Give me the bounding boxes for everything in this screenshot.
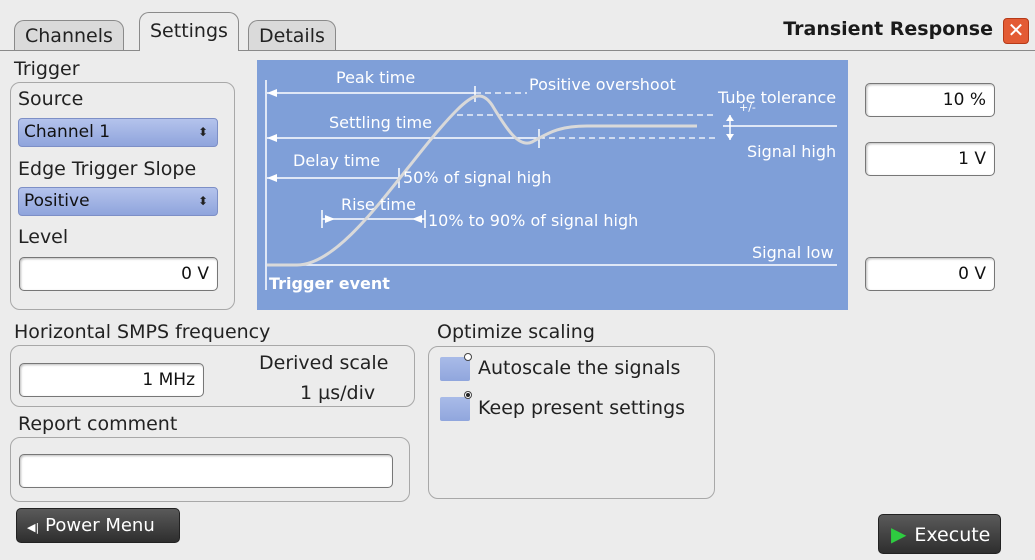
keep-settings-radio[interactable]	[440, 397, 470, 421]
signal-high-input[interactable]: 1 V	[865, 142, 995, 176]
tab-settings[interactable]: Settings	[139, 12, 239, 51]
level-input[interactable]: 0 V	[19, 257, 218, 291]
select-arrows-icon: ⬍	[197, 125, 208, 139]
fifty-percent-label: 50% of signal high	[403, 168, 552, 187]
signal-high-label: Signal high	[747, 142, 837, 161]
signal-low-label: Signal low	[752, 243, 834, 262]
frequency-input[interactable]: 1 MHz	[19, 363, 204, 397]
optimize-scaling-label: Optimize scaling	[437, 321, 595, 343]
source-label: Source	[18, 88, 84, 110]
tube-tolerance-input[interactable]: 10 %	[865, 83, 995, 117]
tube-tolerance-label: Tube tolerance	[718, 88, 837, 107]
edge-trigger-slope-label: Edge Trigger Slope	[18, 158, 197, 180]
horizontal-smps-label: Horizontal SMPS frequency	[14, 321, 271, 343]
edge-slope-value: Positive	[24, 191, 90, 211]
power-menu-button[interactable]: ◀| Power Menu	[16, 508, 180, 543]
derived-scale-value: 1 µs/div	[300, 382, 376, 404]
level-label: Level	[18, 226, 69, 248]
execute-label: Execute	[914, 524, 991, 546]
report-comment-input[interactable]	[19, 454, 393, 488]
source-select[interactable]: Channel 1 ⬍	[18, 118, 218, 147]
settling-time-label: Settling time	[329, 113, 432, 132]
keep-settings-radio-dot[interactable]	[464, 391, 472, 399]
execute-button[interactable]: ▶ Execute	[878, 514, 1001, 554]
source-value: Channel 1	[24, 122, 111, 142]
dialog-title: Transient Response	[783, 18, 993, 40]
rise-time-label: Rise time	[341, 195, 416, 214]
trigger-group-label: Trigger	[14, 58, 80, 80]
select-arrows-icon: ⬍	[197, 194, 208, 208]
autoscale-radio-dot[interactable]	[464, 353, 472, 361]
tab-details[interactable]: Details	[248, 20, 336, 50]
peak-time-label: Peak time	[336, 68, 416, 87]
transient-response-diagram: Peak time Positive overshoot Tube tolera…	[257, 60, 848, 310]
ten-ninety-label: 10% to 90% of signal high	[428, 211, 639, 230]
tab-channels[interactable]: Channels	[14, 20, 124, 50]
close-icon[interactable]: ✕	[1003, 18, 1029, 44]
signal-low-input[interactable]: 0 V	[865, 257, 995, 291]
autoscale-label[interactable]: Autoscale the signals	[478, 357, 680, 379]
keep-settings-label[interactable]: Keep present settings	[478, 397, 685, 419]
trigger-event-label: Trigger event	[269, 274, 390, 293]
positive-overshoot-label: Positive overshoot	[529, 75, 676, 94]
report-comment-label: Report comment	[18, 413, 178, 435]
play-icon: ▶	[891, 522, 907, 546]
edge-slope-select[interactable]: Positive ⬍	[18, 187, 218, 216]
power-menu-label: Power Menu	[45, 515, 155, 536]
back-arrow-icon: ◀|	[27, 521, 40, 534]
plus-minus-label: +/-	[739, 101, 756, 114]
delay-time-label: Delay time	[293, 151, 381, 170]
derived-scale-label: Derived scale	[259, 352, 389, 374]
